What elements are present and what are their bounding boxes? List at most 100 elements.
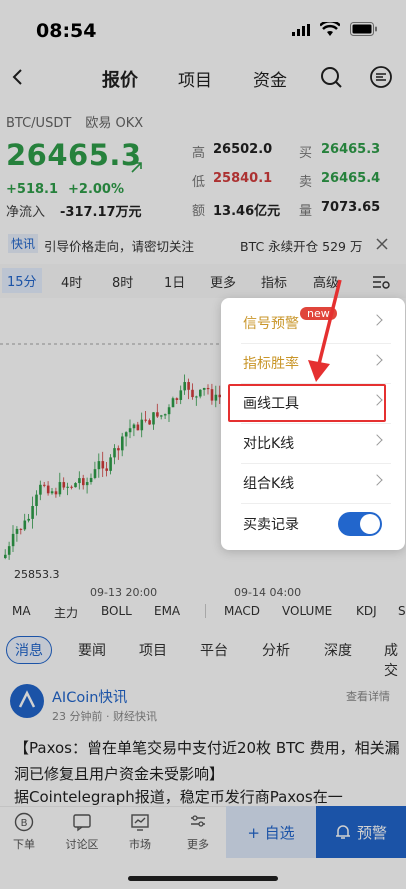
candle-body (171, 398, 175, 408)
bottom-nav-more[interactable]: 更多 (174, 812, 222, 852)
candle-body (101, 461, 105, 469)
bottom-nav-market[interactable]: 市场 (116, 812, 164, 852)
stat-label: 买 (299, 146, 313, 161)
candle-body (97, 461, 101, 470)
candle-body (206, 387, 210, 390)
tab-quote[interactable]: 报价 (102, 66, 138, 92)
ind-boll[interactable]: BOLL (101, 604, 132, 618)
add-watchlist-button[interactable]: + 自选 (226, 806, 316, 858)
news-tab-trades[interactable]: 成交 (384, 640, 406, 680)
pair-symbol: BTC/USDT (6, 116, 72, 131)
inflow-label: 净流入 (6, 205, 46, 220)
svg-text:B: B (21, 818, 28, 829)
candle-body (214, 394, 218, 401)
candle-body (121, 436, 124, 451)
candle-body (19, 528, 23, 530)
stat-ask: 26465.4 (321, 171, 381, 186)
news-tab-messages[interactable]: 消息 (6, 636, 52, 664)
alert-button[interactable]: 预警 (316, 806, 406, 858)
candle-body (23, 520, 27, 530)
candle-body (199, 389, 202, 397)
divider (205, 604, 206, 618)
feed-detail-link[interactable]: 查看详情 (346, 688, 390, 704)
tf-15m[interactable]: 15分 (2, 268, 42, 293)
candle-body (160, 415, 163, 417)
candle-body (85, 482, 89, 486)
ind-ema[interactable]: EMA (154, 604, 180, 618)
tf-indicator[interactable]: 指标 (261, 272, 287, 291)
ind-macd[interactable]: MACD (224, 604, 260, 618)
news-ticker[interactable]: 快讯 引导价格走向，请密切关注 BTC 永续开仓 529 万 (0, 232, 406, 256)
candle-body (46, 485, 50, 494)
trade-records-toggle[interactable] (338, 512, 382, 536)
chevron-right-icon (371, 474, 383, 486)
candle-body (148, 420, 151, 425)
candle-body (54, 491, 58, 495)
ind-s[interactable]: S (398, 604, 406, 618)
candle-body (187, 382, 190, 390)
stat-label: 卖 (299, 175, 313, 190)
tab-funds[interactable]: 资金 (253, 66, 287, 91)
ind-kdj[interactable]: KDJ (356, 604, 377, 618)
bottom-nav-order[interactable]: B 下单 (0, 812, 48, 852)
tf-1d[interactable]: 1日 (164, 272, 185, 291)
news-tab-depth[interactable]: 深度 (324, 640, 352, 660)
stat-label: 量 (299, 204, 313, 219)
market-icon (131, 814, 149, 831)
candle-body (179, 390, 183, 400)
feed-source[interactable]: AICoin快讯 (52, 686, 127, 707)
ind-ma[interactable]: MA (12, 604, 31, 618)
candle-body (39, 484, 42, 495)
bottom-nav-discuss[interactable]: 讨论区 (58, 812, 106, 852)
menu-item-compare-kline[interactable]: 对比K线 (221, 423, 405, 463)
candle-body (62, 482, 66, 488)
more-icon (191, 815, 205, 827)
close-icon[interactable] (376, 238, 388, 250)
indicator-bar: MA 主力 BOLL EMA MACD VOLUME KDJ S (0, 604, 406, 624)
feed-title[interactable]: 【Paxos：曾在单笔交易中支付近20枚 BTC 费用，相关漏洞已修复且用户资金… (14, 735, 400, 787)
candle-body (74, 483, 77, 488)
chart-x-label: 09-14 04:00 (234, 586, 302, 599)
news-tab-platforms[interactable]: 平台 (200, 640, 228, 660)
ind-volume[interactable]: VOLUME (282, 604, 332, 618)
candle-body (4, 554, 7, 558)
stat-label: 高 (192, 146, 206, 161)
tf-more[interactable]: 更多 (210, 272, 236, 291)
search-icon[interactable] (320, 66, 342, 88)
bitcoin-icon: B (14, 812, 34, 832)
candle-body (89, 477, 93, 483)
home-indicator (128, 876, 278, 881)
chevron-right-icon (371, 314, 383, 326)
news-tab-analysis[interactable]: 分析 (262, 640, 290, 660)
candle-body (152, 412, 155, 425)
news-tab-projects[interactable]: 项目 (139, 640, 167, 660)
candle-body (27, 518, 30, 521)
settings-icon[interactable] (372, 274, 390, 290)
stat-label: 低 (192, 175, 206, 190)
stat-label: 额 (192, 204, 206, 219)
back-icon[interactable] (10, 68, 26, 86)
news-tab-headlines[interactable]: 要闻 (78, 640, 106, 660)
tab-project[interactable]: 项目 (178, 66, 212, 91)
candle-body (70, 486, 73, 488)
feed-body[interactable]: 据Cointelegraph报道，稳定币发行商Paxos在一 (14, 786, 400, 807)
status-bar: 08:54 (0, 0, 406, 56)
menu-icon[interactable] (370, 66, 392, 88)
tf-8h[interactable]: 8时 (112, 272, 133, 291)
candle-body (50, 491, 54, 494)
candle-body (140, 419, 144, 431)
price-change: +518.1 (6, 182, 59, 197)
ind-main[interactable]: 主力 (54, 604, 78, 621)
highlight-box (228, 384, 386, 422)
candle-body (117, 448, 120, 451)
candle-body (93, 469, 97, 478)
candle-body (183, 382, 186, 391)
candle-body (105, 468, 108, 471)
chart-low-label: 25853.3 (14, 568, 60, 581)
stat-amount: 13.46亿元 (213, 204, 281, 219)
inflow-value: -317.17万元 (60, 205, 142, 220)
tf-4h[interactable]: 4时 (61, 272, 82, 291)
candle-body (43, 484, 46, 486)
chat-icon (73, 814, 91, 832)
menu-item-combo-kline[interactable]: 组合K线 (221, 463, 405, 503)
